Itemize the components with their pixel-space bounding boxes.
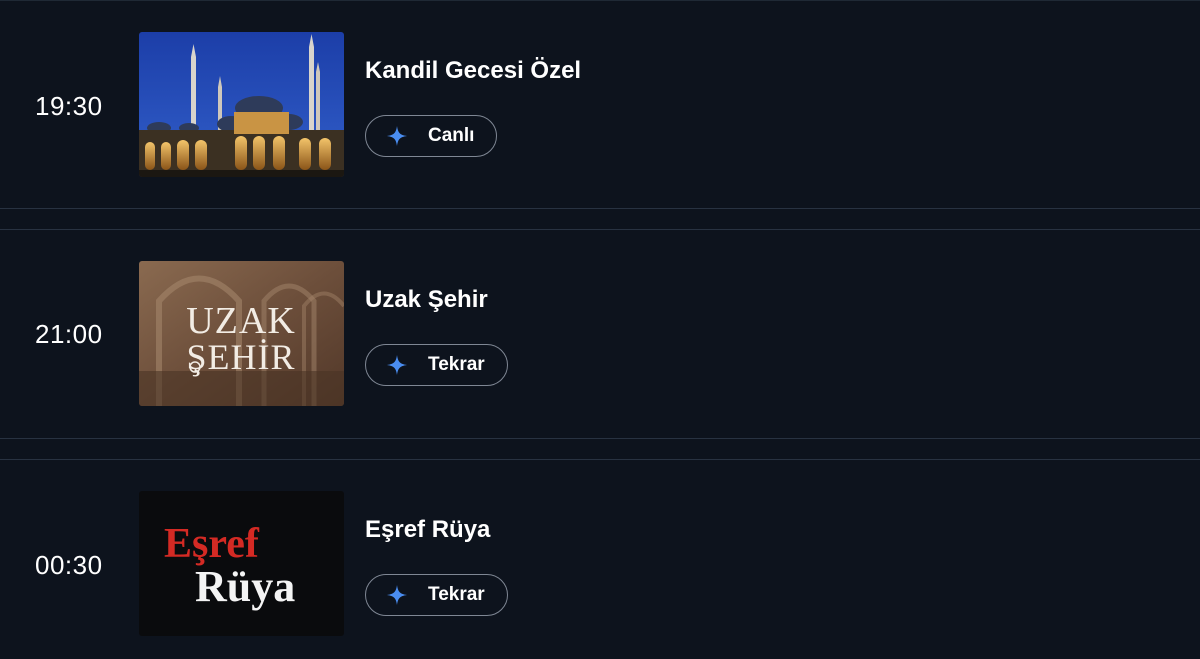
sparkle-icon	[386, 584, 408, 606]
program-title[interactable]: Kandil Gecesi Özel	[365, 57, 581, 85]
schedule-row[interactable]: 21:00 UZAK ŞEHİR Uzak Şehir Tekrar	[0, 230, 1200, 438]
poster-line-1: UZAK	[186, 300, 296, 342]
poster-line-2: ŞEHİR	[186, 337, 295, 377]
schedule-row[interactable]: 19:30 Kandil Gecesi Özel Canlı	[0, 0, 1200, 209]
tv-schedule: 19:30 Kandil Gecesi Özel Canlı 21:00 UZA…	[0, 0, 1200, 659]
badge-label: Tekrar	[428, 354, 485, 375]
sparkle-icon	[386, 125, 408, 147]
broadcast-time: 21:00	[35, 319, 103, 349]
replay-badge-button[interactable]: Tekrar	[365, 344, 508, 386]
broadcast-time: 19:30	[35, 91, 103, 121]
schedule-row[interactable]: 00:30 Eşref Rüya Eşref Rüya Tekrar	[0, 460, 1200, 659]
poster-line-2: Rüya	[195, 562, 295, 611]
badge-label: Canlı	[428, 125, 475, 146]
program-thumbnail[interactable]	[139, 32, 344, 177]
live-badge-button[interactable]: Canlı	[365, 115, 498, 157]
row-divider	[0, 208, 1200, 209]
poster-line-1: Eşref	[164, 521, 260, 567]
replay-badge-button[interactable]: Tekrar	[365, 574, 508, 616]
program-thumbnail[interactable]: Eşref Rüya	[139, 491, 344, 636]
program-thumbnail[interactable]: UZAK ŞEHİR	[139, 261, 344, 406]
broadcast-time: 00:30	[35, 550, 103, 580]
program-title[interactable]: Uzak Şehir	[365, 286, 488, 314]
program-title[interactable]: Eşref Rüya	[365, 516, 490, 544]
badge-label: Tekrar	[428, 584, 485, 605]
row-divider	[0, 438, 1200, 439]
sparkle-icon	[386, 354, 408, 376]
